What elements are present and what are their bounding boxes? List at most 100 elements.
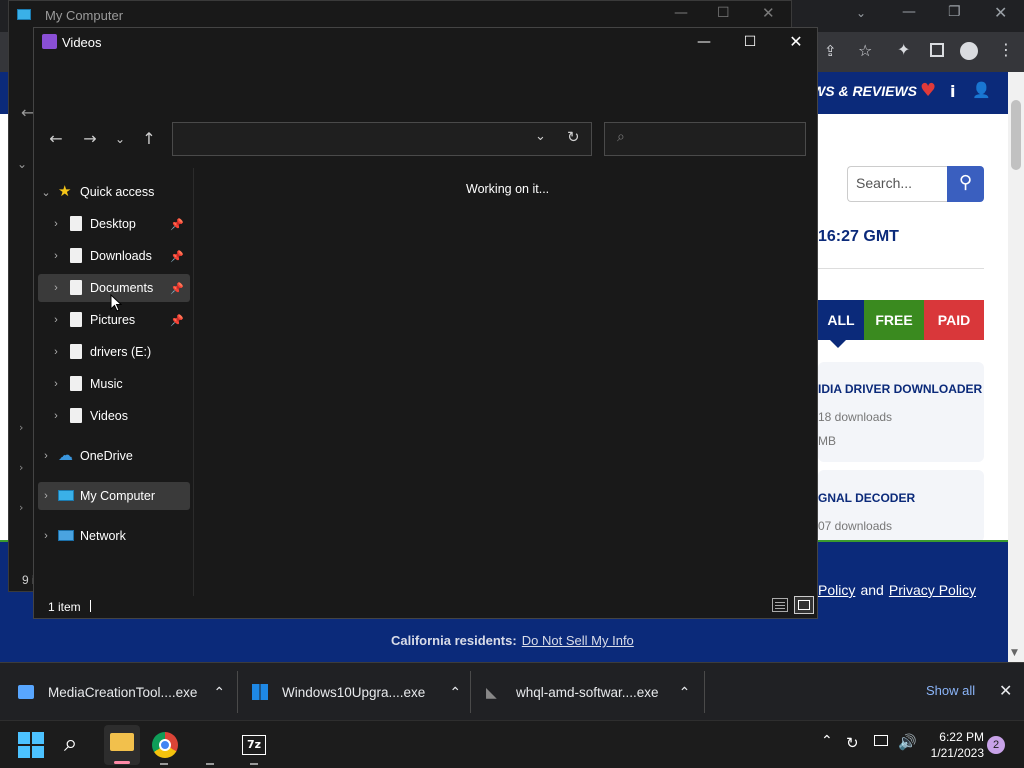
minimize-button[interactable]: —	[674, 5, 688, 21]
sidebar-item-videos[interactable]: › Videos	[48, 402, 190, 430]
policy-link[interactable]: Policy	[818, 582, 855, 598]
show-all-button[interactable]: Show all	[926, 683, 975, 698]
refresh-icon[interactable]: ↻	[567, 128, 580, 146]
document-icon	[68, 376, 84, 392]
list-item-title[interactable]: GNAL DECODER	[818, 491, 915, 505]
chevron-right-icon[interactable]: ›	[48, 346, 64, 358]
navigation-pane: ⌄ ★ Quick access › Desktop 📌 › Downloads…	[34, 168, 194, 596]
nav-reviews-link[interactable]: WS & REVIEWS	[812, 83, 917, 99]
chevron-right-icon[interactable]: ›	[48, 218, 64, 230]
quick-access-item[interactable]: ⌄ ★ Quick access	[38, 178, 190, 206]
scroll-down-arrow-icon[interactable]: ▼	[1011, 648, 1018, 658]
close-button[interactable]: ✕	[773, 28, 819, 56]
sidebar-item-onedrive[interactable]: › ☁ OneDrive	[38, 442, 190, 470]
chevron-right-icon[interactable]: ›	[48, 250, 64, 262]
tab-paid[interactable]: PAID	[924, 300, 984, 340]
download-item[interactable]: MediaCreationTool....exe ⌃	[18, 663, 225, 721]
search-icon[interactable]: ⌕	[64, 729, 77, 757]
sidebar-item-label: drivers (E:)	[90, 345, 152, 359]
amd-logo-icon: ◣	[486, 684, 497, 700]
extensions-icon[interactable]: ✦	[897, 40, 910, 59]
site-search-button[interactable]: ⚲	[947, 166, 984, 202]
address-bar[interactable]: ⌄ ↻	[172, 122, 592, 156]
close-icon[interactable]: ✕	[999, 681, 1012, 700]
chevron-right-icon[interactable]: ›	[38, 530, 54, 542]
file-explorer-taskbar-button[interactable]	[104, 725, 140, 765]
heart-icon[interactable]: ♥	[920, 80, 936, 101]
list-item[interactable]: IDIA DRIVER DOWNLOADER 18 downloads MB	[818, 362, 984, 462]
maximize-button[interactable]: ☐	[717, 5, 730, 21]
chevron-right-icon[interactable]: ›	[38, 450, 54, 462]
chevron-down-icon[interactable]: ⌄	[17, 157, 27, 171]
do-not-sell-link[interactable]: Do Not Sell My Info	[522, 633, 634, 648]
chevron-down-icon[interactable]: ⌄	[38, 186, 54, 199]
start-button[interactable]	[18, 732, 44, 758]
browser-minimize-button[interactable]: —	[902, 4, 916, 20]
network-icon[interactable]	[874, 735, 888, 746]
document-icon	[68, 216, 84, 232]
sidebar-item-desktop[interactable]: › Desktop 📌	[48, 210, 190, 238]
details-view-icon[interactable]	[772, 598, 788, 612]
tab-free[interactable]: FREE	[864, 300, 924, 340]
tab-all[interactable]: ALL	[818, 300, 864, 340]
chevron-up-icon[interactable]: ⌃	[679, 684, 691, 701]
chevron-up-icon[interactable]: ⌃	[213, 684, 225, 701]
list-item[interactable]: GNAL DECODER 07 downloads	[818, 470, 984, 542]
browser-close-button[interactable]: ✕	[994, 3, 1007, 22]
forward-arrow-icon[interactable]: →	[76, 125, 104, 153]
sidebar-item-music[interactable]: › Music	[48, 370, 190, 398]
7zip-taskbar-button[interactable]: 7z	[242, 735, 266, 755]
download-item[interactable]: ◣ whql-amd-softwar....exe ⌃	[486, 663, 690, 721]
chevron-right-icon[interactable]: ›	[48, 410, 64, 422]
pane-divider[interactable]	[193, 168, 194, 596]
close-button[interactable]: ✕	[762, 4, 775, 22]
chevron-right-icon[interactable]: ›	[38, 490, 54, 502]
menu-icon[interactable]: ⋮	[998, 40, 1014, 59]
profile-icon[interactable]	[960, 42, 978, 60]
browser-restore-button[interactable]: ❐	[948, 4, 961, 20]
sidebar-item-label: Network	[80, 529, 126, 543]
download-item[interactable]: Windows10Upgra....exe ⌃	[252, 663, 461, 721]
mouse-cursor-icon	[110, 294, 122, 312]
address-dropdown-chevron-icon[interactable]: ⌄	[535, 129, 546, 144]
chevron-up-icon[interactable]: ⌃	[821, 733, 833, 749]
download-filename[interactable]: whql-amd-softwar....exe	[516, 685, 659, 700]
sidebar-item-my-computer[interactable]: › My Computer	[38, 482, 190, 510]
bookmark-star-icon[interactable]: ☆	[858, 41, 872, 60]
sidebar-item-drivers[interactable]: › drivers (E:)	[48, 338, 190, 366]
chevron-right-icon[interactable]: ›	[48, 282, 64, 294]
status-item-count: 1 item	[48, 600, 81, 614]
clock[interactable]: 6:22 PM 1/21/2023	[928, 729, 984, 761]
search-input[interactable]: ⌕	[604, 122, 806, 156]
tab-search-icon[interactable]: ⌄	[856, 6, 866, 20]
back-arrow-icon[interactable]: ←	[42, 125, 70, 153]
page-scrollbar-thumb[interactable]	[1011, 100, 1021, 170]
chevron-right-icon[interactable]: ›	[19, 461, 23, 474]
sidebar-item-network[interactable]: › Network	[38, 522, 190, 550]
list-item-title[interactable]: IDIA DRIVER DOWNLOADER	[818, 382, 982, 396]
volume-icon[interactable]: 🔊	[898, 733, 917, 751]
minimize-button[interactable]: —	[681, 28, 727, 56]
sync-icon[interactable]: ↻	[846, 734, 859, 752]
info-icon[interactable]: i	[950, 82, 955, 101]
chevron-up-icon[interactable]: ⌃	[449, 684, 461, 701]
share-icon[interactable]: ⇪	[824, 42, 837, 60]
active-indicator	[114, 761, 130, 764]
download-filename[interactable]: MediaCreationTool....exe	[48, 685, 197, 700]
up-arrow-icon[interactable]: ↑	[135, 125, 163, 153]
notification-badge[interactable]: 2	[987, 736, 1005, 754]
chevron-right-icon[interactable]: ›	[48, 378, 64, 390]
sidebar-item-downloads[interactable]: › Downloads 📌	[48, 242, 190, 270]
chrome-taskbar-button[interactable]	[152, 732, 178, 758]
download-filename[interactable]: Windows10Upgra....exe	[282, 685, 425, 700]
chevron-right-icon[interactable]: ›	[19, 501, 23, 514]
recent-locations-chevron-icon[interactable]: ⌄	[106, 125, 134, 153]
privacy-policy-link[interactable]: Privacy Policy	[889, 582, 976, 598]
maximize-button[interactable]: ☐	[727, 28, 773, 56]
chevron-right-icon[interactable]: ›	[19, 421, 23, 434]
site-search-input[interactable]: Search...	[847, 166, 947, 202]
large-icons-view-icon[interactable]	[794, 596, 814, 614]
chevron-right-icon[interactable]: ›	[48, 314, 64, 326]
user-icon[interactable]: 👤	[972, 81, 991, 99]
side-panel-icon[interactable]	[930, 43, 944, 57]
